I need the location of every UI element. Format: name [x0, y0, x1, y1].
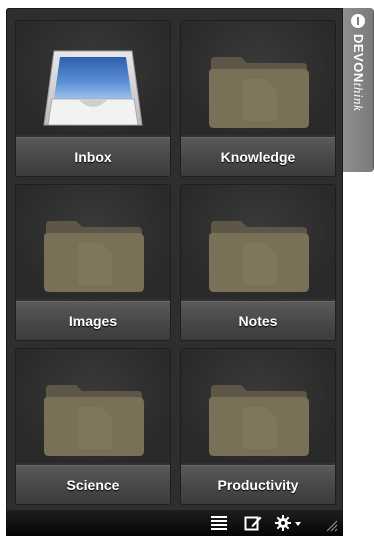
folder-icon	[209, 385, 309, 456]
brand-bold: DEVON	[351, 34, 366, 83]
group-tile-knowledge[interactable]: Knowledge	[180, 20, 336, 177]
collapse-icon[interactable]	[351, 14, 365, 28]
folder-icon	[44, 221, 144, 292]
folder-icon	[44, 385, 144, 456]
list-view-icon[interactable]	[210, 514, 228, 532]
tile-label: Science	[16, 465, 170, 504]
tile-label: Inbox	[16, 137, 170, 176]
devonthink-sorter-tab[interactable]: DEVONthink	[343, 8, 373, 172]
folder-icon	[209, 57, 309, 128]
folder-icon	[209, 221, 309, 292]
tile-label: Images	[16, 301, 170, 340]
group-tile-science[interactable]: Science	[15, 348, 171, 505]
brand-italic: think	[351, 82, 366, 112]
tile-label: Knowledge	[181, 137, 335, 176]
group-tile-images[interactable]: Images	[15, 184, 171, 341]
bottom-toolbar	[6, 510, 343, 536]
group-tile-productivity[interactable]: Productivity	[180, 348, 336, 505]
compose-icon[interactable]	[244, 514, 262, 532]
group-tile-inbox[interactable]: Inbox	[15, 20, 171, 177]
brand-logo: DEVONthink	[350, 34, 366, 111]
group-tile-notes[interactable]: Notes	[180, 184, 336, 341]
gear-menu-icon[interactable]	[274, 514, 306, 532]
sorter-panel: Inbox Knowledge Images Notes Science Pro…	[6, 8, 343, 536]
resize-grip-icon[interactable]	[324, 518, 338, 536]
inbox-tray-icon	[43, 50, 143, 126]
tile-label: Productivity	[181, 465, 335, 504]
tile-label: Notes	[181, 301, 335, 340]
